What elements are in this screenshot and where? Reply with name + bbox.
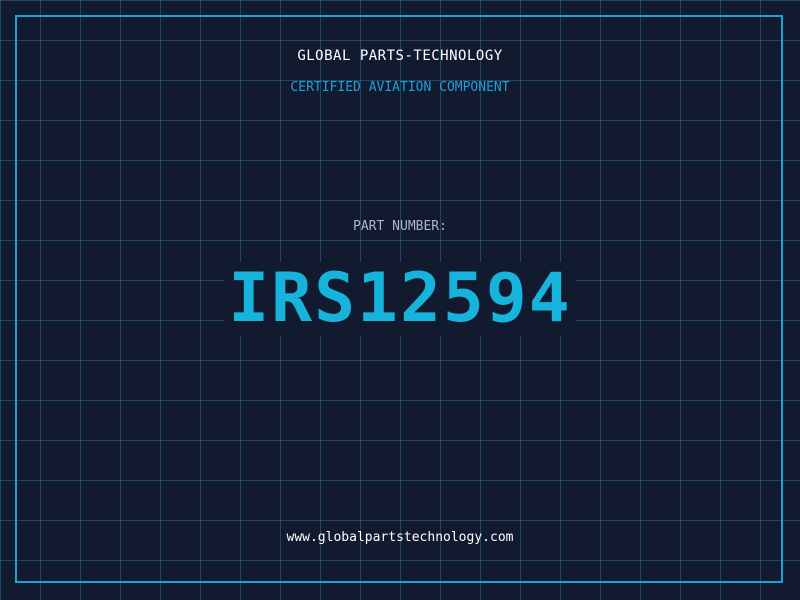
company-name: GLOBAL PARTS-TECHNOLOGY	[297, 48, 503, 64]
label-card: GLOBAL PARTS-TECHNOLOGY CERTIFIED AVIATI…	[0, 0, 800, 600]
part-number-container: IRS12594	[0, 262, 800, 336]
part-number-value: IRS12594	[224, 262, 576, 336]
website-url: www.globalpartstechnology.com	[286, 530, 514, 545]
part-number-label: PART NUMBER:	[353, 219, 447, 234]
certification-subtitle: CERTIFIED AVIATION COMPONENT	[290, 80, 510, 95]
